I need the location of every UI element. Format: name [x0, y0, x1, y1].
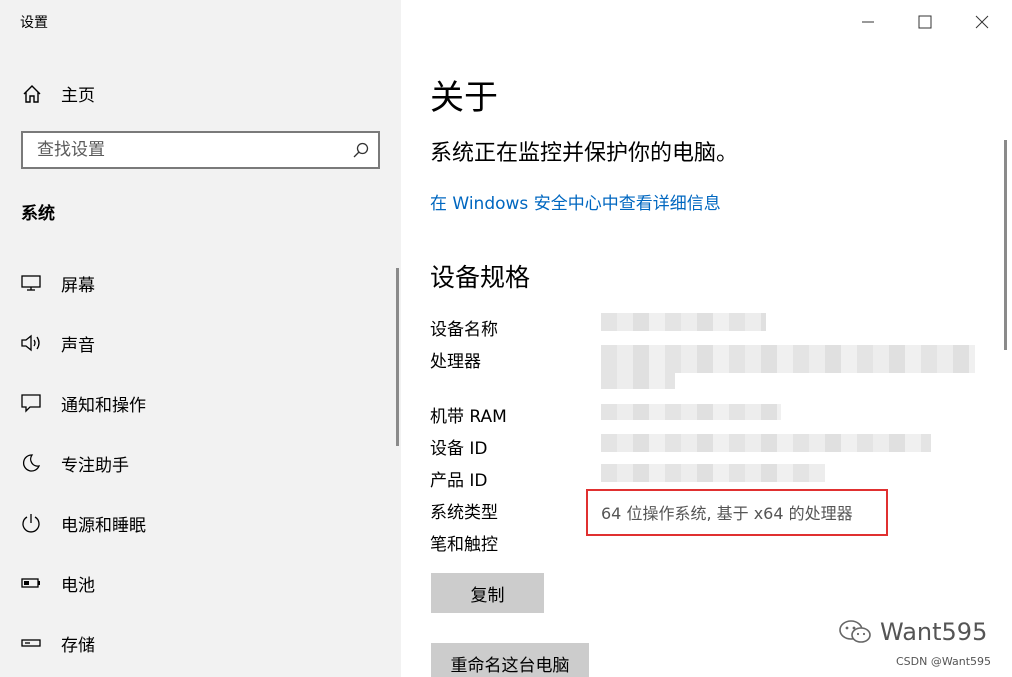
minimize-button[interactable]	[854, 8, 882, 36]
watermark: Want595	[838, 618, 987, 646]
storage-icon	[20, 632, 42, 654]
maximize-icon	[918, 15, 932, 29]
sidebar: 设置 主页 系统 屏幕 声音 通知和操作 专注助手	[0, 0, 401, 677]
redacted-processor	[601, 345, 975, 373]
power-icon	[20, 512, 42, 534]
sidebar-item-label: 主页	[61, 86, 95, 106]
minimize-icon	[862, 21, 874, 23]
close-icon	[975, 15, 989, 29]
sidebar-item-storage[interactable]: 存储	[0, 619, 396, 667]
wechat-icon	[839, 620, 871, 643]
rename-pc-button[interactable]: 重命名这台电脑	[431, 643, 589, 677]
maximize-button[interactable]	[911, 8, 939, 36]
sidebar-item-home[interactable]: 主页	[0, 72, 401, 114]
redacted-device-name	[601, 313, 766, 331]
sidebar-item-power-sleep[interactable]: 电源和睡眠	[0, 499, 396, 547]
copy-button[interactable]: 复制	[431, 573, 544, 613]
sound-icon	[20, 332, 42, 354]
display-icon	[20, 272, 42, 294]
sidebar-item-sound[interactable]: 声音	[0, 319, 396, 367]
watermark-text: Want595	[880, 618, 988, 646]
sidebar-item-label: 声音	[61, 336, 95, 356]
search-box	[21, 131, 380, 169]
sidebar-item-label: 存储	[61, 636, 95, 656]
redacted-processor-2	[601, 373, 675, 389]
spec-label-device-name: 设备名称	[430, 320, 498, 340]
main-panel: 关于 系统正在监控并保护你的电脑。 在 Windows 安全中心中查看详细信息 …	[401, 0, 1012, 677]
close-button[interactable]	[968, 8, 996, 36]
sidebar-item-label: 屏幕	[61, 276, 95, 296]
notification-icon	[20, 392, 42, 414]
redacted-ram	[601, 404, 781, 420]
spec-label-processor: 处理器	[430, 352, 481, 372]
sidebar-scrollbar[interactable]	[396, 268, 399, 446]
battery-icon	[20, 572, 42, 594]
spec-label-ram: 机带 RAM	[430, 407, 507, 427]
redacted-product-id	[601, 464, 825, 482]
main-scrollbar[interactable]	[1004, 140, 1007, 350]
specs-heading: 设备规格	[430, 263, 531, 292]
highlight-box	[586, 489, 888, 536]
section-title: 系统	[21, 204, 55, 224]
sidebar-item-notifications[interactable]: 通知和操作	[0, 379, 396, 427]
app-title: 设置	[20, 15, 48, 31]
spec-label-device-id: 设备 ID	[430, 439, 488, 459]
search-icon[interactable]	[352, 141, 370, 159]
spec-label-system-type: 系统类型	[430, 503, 498, 523]
spec-label-product-id: 产品 ID	[430, 471, 488, 491]
protection-status: 系统正在监控并保护你的电脑。	[430, 141, 739, 166]
sidebar-item-battery[interactable]: 电池	[0, 559, 396, 607]
sidebar-item-label: 电池	[61, 576, 95, 596]
spec-label-pen-touch: 笔和触控	[430, 535, 498, 555]
csdn-watermark: CSDN @Want595	[896, 655, 992, 668]
home-icon	[21, 83, 43, 105]
security-center-link[interactable]: 在 Windows 安全中心中查看详细信息	[430, 189, 721, 214]
page-title: 关于	[430, 78, 498, 118]
moon-icon	[20, 452, 42, 474]
sidebar-item-label: 电源和睡眠	[61, 516, 146, 536]
sidebar-item-label: 专注助手	[61, 456, 129, 476]
redacted-device-id	[601, 434, 931, 452]
sidebar-item-focus-assist[interactable]: 专注助手	[0, 439, 396, 487]
sidebar-item-display[interactable]: 屏幕	[0, 259, 396, 307]
sidebar-item-label: 通知和操作	[61, 396, 146, 416]
search-input[interactable]	[23, 133, 343, 167]
